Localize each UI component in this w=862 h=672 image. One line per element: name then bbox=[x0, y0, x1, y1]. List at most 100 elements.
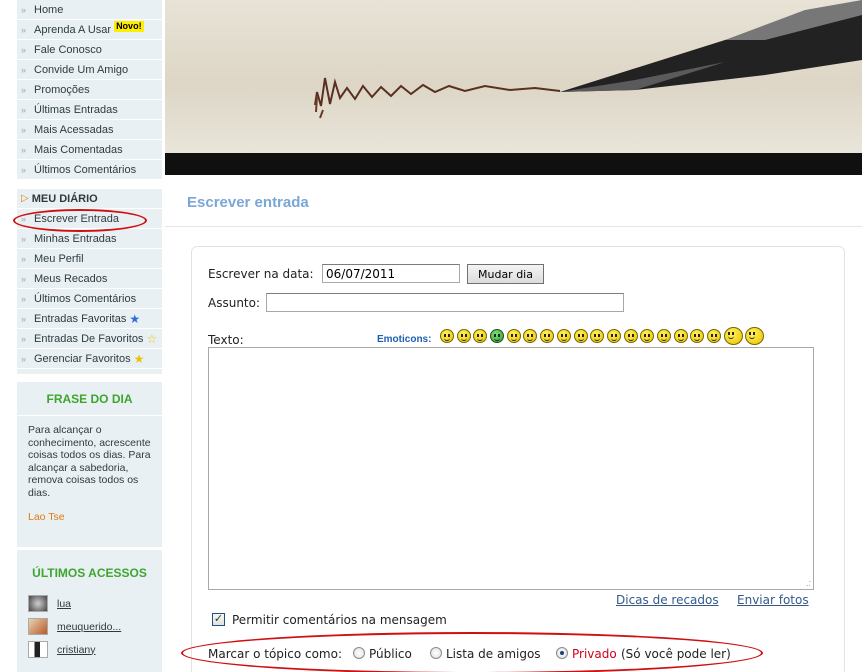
nav-item-my-entries[interactable]: » Minhas Entradas bbox=[17, 229, 162, 249]
recent-access-box: ÚLTIMOS ACESSOS lua meuquerido... cristi… bbox=[17, 550, 162, 672]
nav-item-contact[interactable]: » Fale Conosco bbox=[17, 40, 162, 60]
friends-radio[interactable] bbox=[430, 647, 442, 659]
avatar[interactable] bbox=[28, 641, 48, 658]
recent-user-link[interactable]: cristiany bbox=[57, 644, 96, 656]
bullet-icon: » bbox=[21, 273, 27, 284]
diary-section-title: ▷ MEU DIÁRIO bbox=[17, 189, 162, 209]
nav-item-label: Fale Conosco bbox=[34, 43, 102, 56]
star-icon: ☆ bbox=[146, 331, 158, 346]
nav-item-label: Últimos Comentários bbox=[34, 292, 137, 305]
laugh-emoticon-icon[interactable] bbox=[606, 329, 621, 343]
nav-item-label: Últimas Entradas bbox=[34, 103, 118, 116]
star-icon: ★ bbox=[129, 311, 141, 326]
public-radio[interactable] bbox=[353, 647, 365, 659]
change-day-button[interactable]: Mudar dia bbox=[467, 264, 544, 284]
nav-item-label: Meu Perfil bbox=[34, 252, 84, 265]
quote-box-title: FRASE DO DIA bbox=[17, 382, 162, 416]
nav-item-label: Home bbox=[34, 3, 64, 16]
nav-item-label: Promoções bbox=[34, 83, 90, 96]
nav-item-invite[interactable]: » Convide Um Amigo bbox=[17, 60, 162, 80]
nav-item-latest-comments[interactable]: » Últimos Comentários bbox=[17, 160, 162, 180]
new-badge: Novo! bbox=[114, 21, 144, 32]
sad-emoticon-icon[interactable] bbox=[473, 329, 488, 343]
nav-item-label: Convide Um Amigo bbox=[34, 63, 129, 76]
nav-item-promotions[interactable]: » Promoções bbox=[17, 80, 162, 100]
header-image bbox=[165, 0, 862, 175]
surprised-emoticon-icon[interactable] bbox=[506, 329, 521, 343]
bullet-icon: » bbox=[21, 144, 27, 155]
nav-item-my-messages[interactable]: » Meus Recados bbox=[17, 269, 162, 289]
angry-emoticon-icon[interactable] bbox=[656, 329, 671, 343]
bullet-icon: » bbox=[21, 213, 27, 224]
dizzy-emoticon-icon[interactable] bbox=[523, 329, 538, 343]
bullet-icon: » bbox=[21, 124, 27, 135]
nav-item-my-profile[interactable]: » Meu Perfil bbox=[17, 249, 162, 269]
emoticons-label: Emoticons: bbox=[377, 334, 432, 345]
nav-item-label: Entradas De Favoritos bbox=[34, 332, 144, 345]
private-radio[interactable] bbox=[556, 647, 568, 659]
bullet-icon: » bbox=[21, 24, 27, 35]
bullet-icon: » bbox=[21, 233, 27, 244]
thinking-emoticon-icon[interactable] bbox=[723, 327, 743, 345]
question-emoticon-icon[interactable] bbox=[540, 329, 555, 343]
resize-grip-icon[interactable]: .: bbox=[806, 578, 811, 588]
neutral-emoticon-icon[interactable] bbox=[640, 329, 655, 343]
teeth-emoticon-icon[interactable] bbox=[490, 329, 505, 343]
recent-user-link[interactable]: meuquerido... bbox=[57, 621, 121, 633]
nav-item-favorite-entries[interactable]: » Entradas Favoritas ★ bbox=[17, 309, 162, 329]
friends-radio-label: Lista de amigos bbox=[446, 647, 541, 661]
nav-item-most-commented[interactable]: » Mais Comentadas bbox=[17, 140, 162, 160]
text-area[interactable]: .: bbox=[208, 347, 814, 590]
public-radio-label: Público bbox=[369, 647, 412, 661]
avatar[interactable] bbox=[28, 618, 48, 635]
nav-item-write-entry[interactable]: » Escrever Entrada bbox=[17, 209, 162, 229]
recent-user-link[interactable]: lua bbox=[57, 598, 71, 610]
upload-photos-link[interactable]: Enviar fotos bbox=[737, 593, 809, 607]
happy-emoticon-icon[interactable] bbox=[573, 329, 588, 343]
main-nav: » Home » Aprenda A Usar Novo! » Fale Conosco… bbox=[17, 0, 162, 180]
recent-user-row: lua bbox=[17, 592, 162, 615]
smile-emoticon-icon[interactable] bbox=[440, 329, 454, 343]
worried-emoticon-icon[interactable] bbox=[590, 329, 605, 343]
bullet-icon: » bbox=[21, 313, 27, 324]
main-content: Escrever entrada Escrever na data: Mudar… bbox=[165, 175, 862, 672]
bullet-icon: » bbox=[21, 64, 27, 75]
grin-emoticon-icon[interactable] bbox=[456, 329, 471, 343]
avatar[interactable] bbox=[28, 595, 48, 612]
plain-emoticon-icon[interactable] bbox=[707, 329, 721, 343]
nav-item-entries-from-favorites[interactable]: » Entradas De Favoritos ☆ bbox=[17, 329, 162, 349]
private-hint: (Só você pode ler) bbox=[621, 647, 731, 661]
entry-form: Escrever na data: Mudar dia Assunto: Tex… bbox=[191, 246, 845, 672]
date-input[interactable] bbox=[322, 264, 460, 283]
bullet-icon: » bbox=[21, 253, 27, 264]
nav-item-manage-favorites[interactable]: » Gerenciar Favoritos ★ bbox=[17, 349, 162, 369]
nav-item-most-accessed[interactable]: » Mais Acessadas bbox=[17, 120, 162, 140]
allow-comments-checkbox[interactable]: ✓ bbox=[212, 613, 225, 626]
nav-item-aprenda[interactable]: » Aprenda A Usar Novo! bbox=[17, 20, 162, 40]
diary-nav: ▷ MEU DIÁRIO » Escrever Entrada » Minhas En… bbox=[17, 189, 162, 374]
tips-link[interactable]: Dicas de recados bbox=[616, 593, 719, 607]
quote-box: FRASE DO DIA Para alcançar o conheciment… bbox=[17, 382, 162, 547]
bullet-icon: » bbox=[21, 293, 27, 304]
wink-emoticon-icon[interactable] bbox=[623, 329, 638, 343]
bullet-icon: » bbox=[21, 353, 27, 364]
private-radio-label: Privado bbox=[572, 647, 617, 661]
bullet-icon: » bbox=[21, 44, 27, 55]
thumbs-up-emoticon-icon[interactable] bbox=[745, 327, 765, 345]
nav-item-label: Mais Comentadas bbox=[34, 143, 123, 156]
cool-emoticon-icon[interactable] bbox=[556, 329, 571, 343]
nav-item-label: Escrever Entrada bbox=[34, 212, 119, 225]
fountain-pen-photo bbox=[165, 0, 862, 153]
tongue-emoticon-icon[interactable] bbox=[690, 329, 705, 343]
subject-input[interactable] bbox=[266, 293, 624, 312]
subject-label: Assunto: bbox=[208, 296, 261, 310]
allow-comments-label: Permitir comentários na mensagem bbox=[232, 613, 447, 627]
bullet-icon: » bbox=[21, 333, 27, 344]
nav-item-home[interactable]: » Home bbox=[17, 0, 162, 20]
nav-item-latest-entries[interactable]: » Últimas Entradas bbox=[17, 100, 162, 120]
confused-emoticon-icon[interactable] bbox=[673, 329, 688, 343]
emoticon-toolbar bbox=[440, 327, 767, 345]
nav-item-diary-latest-comments[interactable]: » Últimos Comentários bbox=[17, 289, 162, 309]
bullet-icon: » bbox=[21, 164, 27, 175]
nav-item-label: Meus Recados bbox=[34, 272, 108, 285]
